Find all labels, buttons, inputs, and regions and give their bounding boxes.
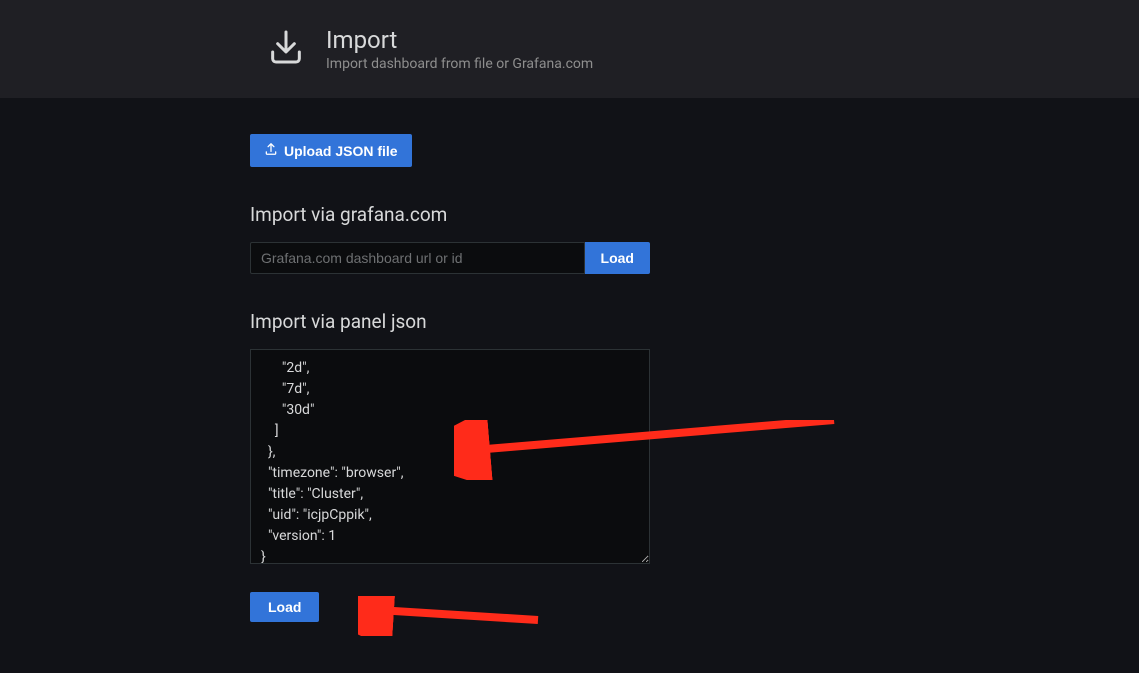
page-title: Import: [326, 26, 593, 55]
import-via-grafana-section: Import via grafana.com Load: [250, 203, 680, 274]
panel-json-textarea[interactable]: [250, 349, 650, 564]
upload-icon: [264, 142, 278, 159]
json-load-button[interactable]: Load: [250, 592, 319, 622]
page-header: Import Import dashboard from file or Gra…: [0, 0, 1139, 98]
grafana-input-row: Load: [250, 242, 650, 274]
import-via-json-section: Import via panel json Load: [250, 310, 680, 622]
grafana-load-button[interactable]: Load: [585, 242, 650, 274]
page-subtitle: Import dashboard from file or Grafana.co…: [326, 56, 593, 72]
section-title-grafana: Import via grafana.com: [250, 203, 680, 226]
main-content: Upload JSON file Import via grafana.com …: [0, 98, 680, 622]
upload-json-label: Upload JSON file: [284, 143, 398, 159]
grafana-url-input[interactable]: [250, 242, 585, 274]
header-text: Import Import dashboard from file or Gra…: [326, 26, 593, 73]
import-icon: [266, 27, 306, 71]
upload-json-button[interactable]: Upload JSON file: [250, 134, 412, 167]
load-button-container: Load: [250, 592, 680, 622]
section-title-json: Import via panel json: [250, 310, 680, 333]
